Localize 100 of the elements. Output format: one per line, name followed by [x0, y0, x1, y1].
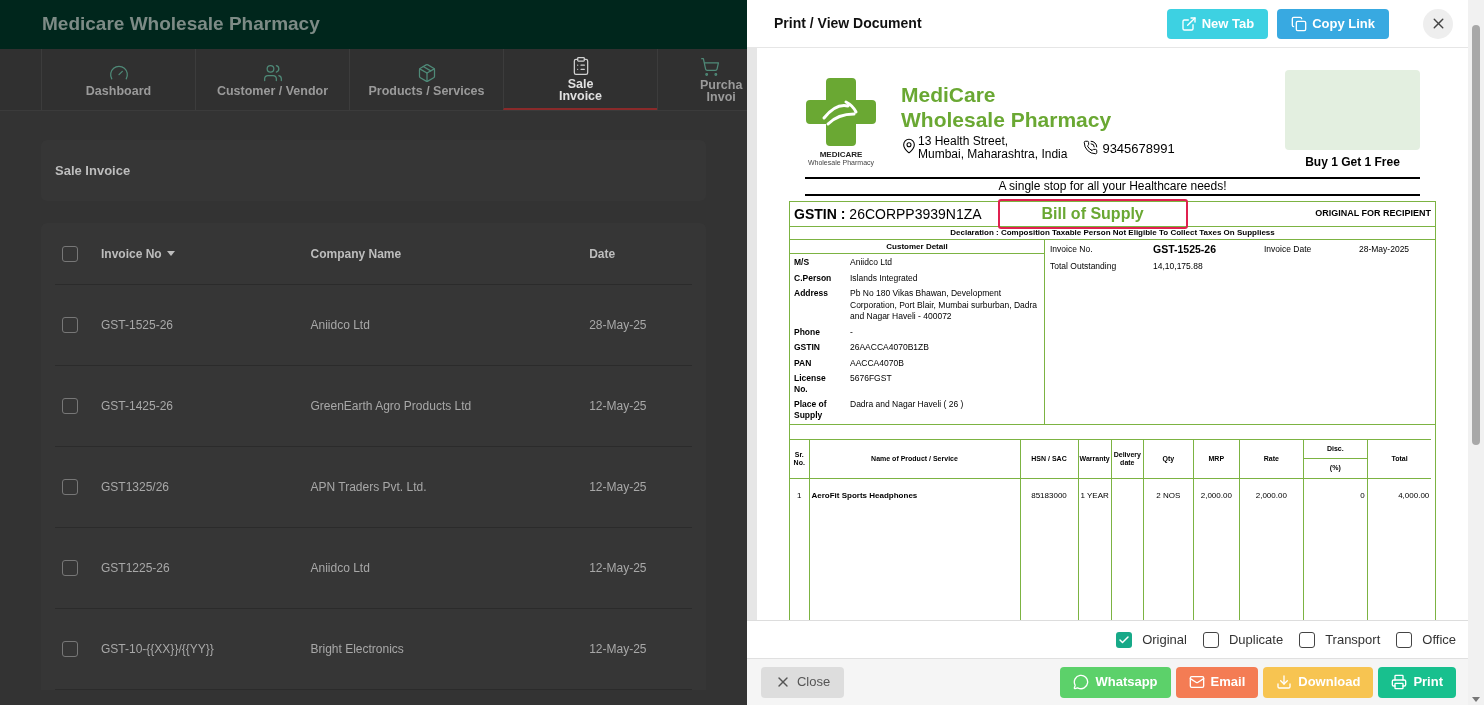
table-cell-text: GST1325/26: [101, 479, 171, 496]
nav-label: Dashboard: [85, 84, 152, 97]
checkbox-label: Office: [1422, 630, 1456, 649]
cart-icon: [700, 56, 720, 77]
nav-tab[interactable]: Products / Services: [349, 49, 503, 110]
chat-bubble-icon: [1073, 674, 1090, 690]
box-icon: [416, 62, 437, 83]
check-icon: [1118, 633, 1131, 646]
gstin-label: GSTIN :: [794, 204, 846, 224]
table-cell: 0: [1360, 491, 1365, 500]
download-icon: [1276, 674, 1293, 690]
promo-text: Buy 1 Get 1 Free: [1305, 154, 1400, 171]
logo-caption: MEDICARE: [819, 150, 863, 159]
nav-tab[interactable]: Customer / Vendor: [195, 49, 349, 110]
table-cell: 85183000: [1031, 491, 1067, 500]
scrollbar[interactable]: [1468, 0, 1484, 705]
column-header[interactable]: Invoice No: [101, 244, 175, 263]
checkbox[interactable]: [62, 317, 78, 333]
section-title: Sale Invoice: [55, 161, 131, 180]
checkbox-label: Original: [1142, 630, 1187, 649]
checkbox[interactable]: [62, 245, 78, 262]
table-cell: 1: [797, 491, 802, 500]
table-cell: 2,000.00: [1200, 491, 1232, 500]
copy-icon: [1291, 15, 1308, 32]
checkbox[interactable]: [1202, 631, 1219, 648]
declaration: Declaration : Composition Taxable Person Not Eligible To Collect Taxes On Suppliess: [950, 227, 1275, 239]
table-cell: 2 NOS: [1156, 491, 1181, 500]
table-cell-text: GST-10-{{XX}}/{{YY}}: [101, 641, 215, 658]
table-cell-text: 12-May-25: [589, 641, 648, 658]
nav-label: Purcha Invoi: [700, 78, 743, 103]
table-cell: 2,000.00: [1255, 491, 1287, 500]
table-cell-text: 12-May-25: [589, 479, 648, 496]
location-pin-icon: [901, 138, 917, 154]
field-label: Total Outstanding: [1050, 261, 1118, 272]
copy-label: ORIGINAL FOR RECIPIENT: [1315, 207, 1431, 221]
table-cell-text: GST1225-26: [101, 560, 171, 577]
nav-label: Customer / Vendor: [216, 84, 329, 97]
table-cell-text: Bright Electronics: [310, 641, 405, 658]
nav-label: Products / Services: [368, 84, 485, 97]
table-cell-text: 12-May-25: [589, 560, 648, 577]
address-line: 13 Health Street,: [918, 135, 1010, 148]
field-label: M/S: [794, 257, 811, 268]
column-header[interactable]: Date: [589, 244, 616, 263]
field-value: 5676FGST: [850, 373, 892, 385]
email-button[interactable]: Email: [1175, 666, 1259, 698]
address-line: Mumbai, Maharashtra, India: [918, 148, 1068, 161]
field-value: -: [850, 326, 853, 338]
document-type: Bill of Supply: [997, 199, 1188, 229]
field-label: Phone: [794, 326, 821, 338]
field-value: Dadra and Nagar Haveli ( 26 ): [850, 399, 964, 411]
checkbox[interactable]: [62, 479, 78, 495]
table-cell-text: Aniidco Ltd: [310, 560, 371, 577]
checkbox-label: Duplicate: [1228, 630, 1284, 649]
field-label: PAN: [794, 357, 813, 369]
field-label: Place of Supply: [794, 399, 828, 421]
nav-tab[interactable]: Sale Invoice: [503, 49, 657, 110]
table-cell-text: GST-1525-26: [101, 317, 175, 334]
dialog-title: Print / View Document: [774, 14, 922, 33]
people-icon: [262, 62, 283, 83]
table-cell: 4,000.00: [1398, 491, 1430, 500]
nav-label: Sale Invoice: [558, 77, 603, 102]
app-title: Medicare Wholesale Pharmacy: [42, 12, 320, 37]
table-cell-text: APN Traders Pvt. Ltd.: [310, 479, 428, 496]
scroll-down-arrow-icon[interactable]: [1472, 697, 1480, 702]
field-value: GST-1525-26: [1153, 244, 1218, 255]
customer-heading: Customer Detail: [886, 240, 948, 253]
company-name: Wholesale Pharmacy: [901, 107, 1113, 132]
field-value: AACCA4070B: [850, 357, 904, 369]
table-cell-text: Aniidco Ltd: [310, 317, 371, 334]
field-label: Invoice Date: [1264, 244, 1313, 255]
field-label: C.Person: [794, 272, 833, 284]
checkbox[interactable]: [1116, 631, 1133, 648]
phone-icon: [1083, 140, 1099, 155]
company-name: MediCare: [901, 82, 997, 107]
field-label: GSTIN: [794, 342, 821, 353]
field-label: Address: [794, 288, 829, 299]
column-header[interactable]: Company Name: [310, 244, 402, 263]
nav-tab[interactable]: Dashboard: [41, 49, 195, 110]
close-icon-button[interactable]: [1423, 8, 1453, 39]
field-value: Islands Integrated: [850, 272, 918, 284]
field-label: License No.: [794, 373, 827, 395]
field-value: 28-May-2025: [1359, 244, 1410, 255]
cross-logo-icon: [806, 76, 876, 148]
sort-caret-icon[interactable]: [166, 251, 175, 256]
mail-icon: [1188, 674, 1205, 690]
table-cell-text: GreenEarth Agro Products Ltd: [310, 398, 473, 415]
table-cell-text: 28-May-25: [589, 317, 648, 334]
checkbox[interactable]: [62, 398, 78, 414]
field-value: 26AACCA4070B1ZB: [850, 342, 929, 354]
gstin-value: 26CORPP3939N1ZA: [849, 204, 982, 224]
checkbox[interactable]: [1299, 631, 1316, 648]
table-cell-text: 12-May-25: [589, 398, 648, 415]
checkbox[interactable]: [1396, 631, 1413, 648]
checkbox[interactable]: [62, 560, 78, 576]
field-value: 14,10,175.88: [1153, 261, 1204, 272]
checkbox[interactable]: [62, 641, 78, 657]
table-cell: AeroFit Sports Headphones: [811, 491, 918, 500]
copy-link-button[interactable]: Copy Link: [1277, 8, 1389, 39]
tagline: A single stop for all your Healthcare needs!: [998, 179, 1227, 194]
close-button[interactable]: Close: [761, 666, 844, 698]
